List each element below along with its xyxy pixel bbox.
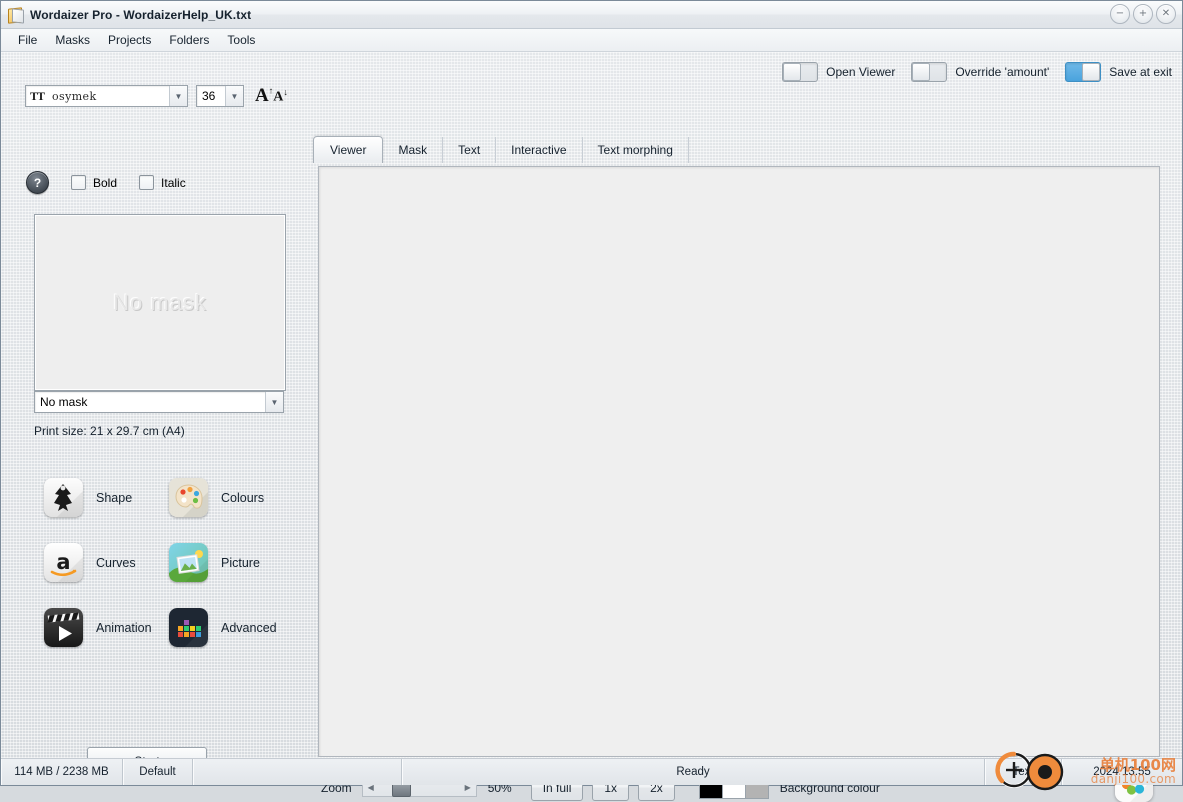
status-profile: Default	[123, 759, 193, 785]
film-clapper-icon	[44, 608, 83, 647]
toggle-save-at-exit[interactable]	[1065, 62, 1102, 82]
menu-file[interactable]: File	[9, 31, 46, 49]
left-panel: TT osymek ▼ 36 ▼ A↑ A↓ ? Bold Italic No …	[1, 52, 301, 775]
application-window: Wordaizer Pro - WordaizerHelp_UK.txt − +…	[0, 0, 1183, 802]
italic-checkbox[interactable]	[139, 175, 155, 190]
bold-checkbox[interactable]	[71, 175, 86, 190]
shape-icon	[44, 478, 83, 517]
palette-icon	[169, 478, 208, 517]
viewer-canvas[interactable]	[318, 166, 1160, 757]
toggle-override-amount[interactable]	[911, 62, 948, 82]
title-bar: Wordaizer Pro - WordaizerHelp_UK.txt − +…	[1, 1, 1182, 29]
italic-checkbox-wrap[interactable]: Italic	[139, 175, 186, 190]
help-icon[interactable]: ?	[26, 171, 49, 194]
italic-label: Italic	[161, 175, 186, 190]
window-title: Wordaizer Pro - WordaizerHelp_UK.txt	[30, 7, 252, 22]
main-body: Open Viewer Override 'amount' Save at ex…	[1, 52, 1182, 802]
maximize-button[interactable]: +	[1133, 4, 1153, 24]
toggle-open-viewer-wrap: Open Viewer	[782, 62, 895, 82]
toggle-open-viewer-label: Open Viewer	[826, 65, 896, 79]
tab-mask[interactable]: Mask	[383, 137, 444, 163]
status-bar: 114 MB / 2238 MB Default Ready Text 2024…	[1, 751, 1182, 791]
status-datetime: 2024 13:55	[1062, 759, 1182, 785]
equalizer-icon	[169, 608, 208, 647]
close-button[interactable]: ✕	[1156, 4, 1176, 24]
menu-masks[interactable]: Masks	[46, 31, 99, 49]
toggle-override-amount-wrap: Override 'amount'	[911, 62, 1049, 82]
feature-button-colours[interactable]: Colours	[169, 476, 294, 519]
curves-icon: a	[44, 543, 83, 582]
tab-text-morphing[interactable]: Text morphing	[583, 137, 689, 163]
style-row: ? Bold Italic	[26, 171, 186, 194]
font-controls-row: TT osymek ▼ 36 ▼ A↑ A↓	[25, 85, 288, 107]
toggle-save-at-exit-wrap: Save at exit	[1065, 62, 1172, 82]
feature-button-advanced[interactable]: Advanced	[169, 606, 294, 649]
app-book-icon	[7, 6, 24, 24]
status-state: Ready	[402, 759, 985, 785]
status-mode: Text	[985, 759, 1062, 785]
menu-projects[interactable]: Projects	[99, 31, 160, 49]
feature-row-2: a Curves Picture	[44, 541, 294, 584]
decrease-font-size-button[interactable]: A↓	[273, 87, 288, 106]
font-name-combo[interactable]: TT osymek ▼	[25, 85, 188, 107]
font-size-combo[interactable]: 36 ▼	[196, 85, 244, 107]
status-memory: 114 MB / 2238 MB	[1, 759, 123, 785]
feature-label-advanced: Advanced	[221, 620, 277, 635]
font-size-value: 36	[202, 89, 216, 103]
toggle-override-amount-label: Override 'amount'	[955, 65, 1050, 79]
feature-label-curves: Curves	[96, 555, 136, 570]
feature-button-picture[interactable]: Picture	[169, 541, 294, 584]
tab-interactive[interactable]: Interactive	[496, 137, 583, 163]
status-spacer-1	[193, 759, 402, 785]
toggle-open-viewer[interactable]	[782, 62, 819, 82]
font-size-step-buttons: A↑ A↓	[255, 85, 288, 107]
chevron-down-icon[interactable]: ▼	[169, 86, 187, 106]
menu-bar: File Masks Projects Folders Tools	[1, 29, 1182, 52]
svg-text:a: a	[56, 550, 70, 574]
font-name-value: osymek	[52, 89, 97, 103]
mask-preview[interactable]: No mask	[34, 214, 286, 391]
feature-button-shape[interactable]: Shape	[44, 476, 169, 519]
chevron-down-icon[interactable]: ▼	[265, 392, 283, 412]
feature-button-curves[interactable]: a Curves	[44, 541, 169, 584]
feature-label-picture: Picture	[221, 555, 260, 570]
feature-row-1: Shape Colours	[44, 476, 294, 519]
truetype-icon: TT	[30, 88, 45, 103]
bold-checkbox-wrap[interactable]: Bold	[71, 175, 117, 190]
window-controls: − + ✕	[1110, 4, 1176, 24]
toggle-save-at-exit-label: Save at exit	[1109, 65, 1172, 79]
feature-row-3: Animation Advanced	[44, 606, 294, 649]
mask-select-value: No mask	[40, 395, 88, 409]
tab-viewer[interactable]: Viewer	[313, 136, 384, 163]
tab-bar: Viewer Mask Text Interactive Text morphi…	[313, 136, 689, 163]
toggle-group: Open Viewer Override 'amount' Save at ex…	[766, 62, 1172, 82]
tab-text[interactable]: Text	[443, 137, 497, 163]
feature-button-animation[interactable]: Animation	[44, 606, 169, 649]
mask-select-combo[interactable]: No mask ▼	[34, 391, 284, 413]
mask-preview-placeholder: No mask	[113, 289, 207, 315]
feature-label-shape: Shape	[96, 490, 133, 505]
bold-label: Bold	[93, 175, 118, 190]
minimize-button[interactable]: −	[1110, 4, 1130, 24]
picture-icon	[169, 543, 208, 582]
feature-button-grid: Shape Colours a Curves Picture Animation…	[44, 476, 294, 671]
feature-label-animation: Animation	[96, 620, 152, 635]
menu-folders[interactable]: Folders	[160, 31, 218, 49]
menu-tools[interactable]: Tools	[218, 31, 264, 49]
increase-font-size-button[interactable]: A↑	[255, 85, 273, 107]
chevron-down-icon[interactable]: ▼	[225, 86, 243, 106]
print-size-label: Print size: 21 x 29.7 cm (A4)	[34, 424, 185, 438]
feature-label-colours: Colours	[221, 490, 265, 505]
